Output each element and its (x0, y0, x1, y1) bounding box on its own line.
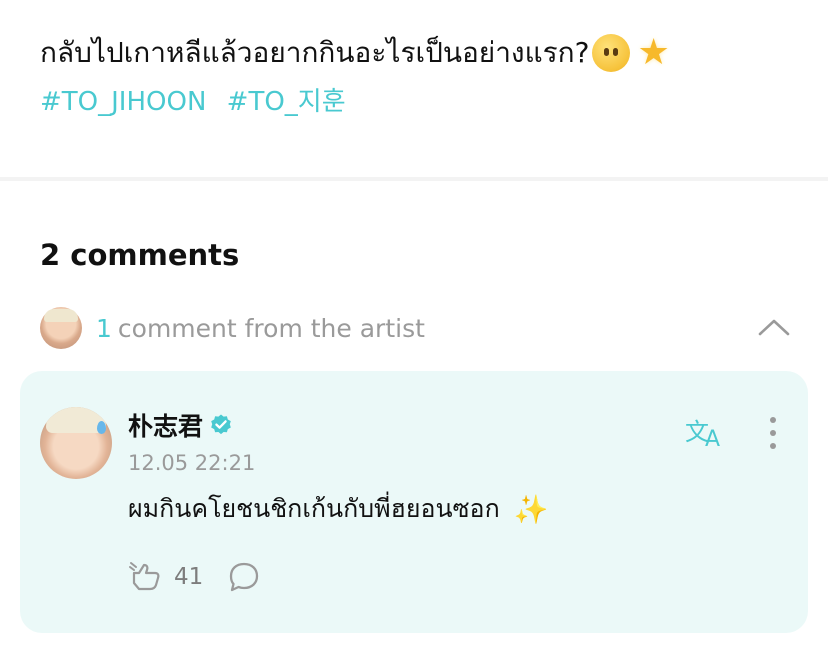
hashtag-link[interactable]: #TO_지훈 (227, 87, 346, 117)
sparkles-emoji-icon: ✨ (513, 492, 549, 526)
hashtag-link[interactable]: #TO_JIHOON (40, 87, 206, 117)
comment-text: ผมกินคโยชนชิกเก้นกับพี่ฮยอนซอก ✨ (128, 489, 549, 529)
glowing-star-emoji-icon: ★ (637, 32, 670, 73)
artist-comment-card: 朴志君 12.05 22:21 文 A ผมกินคโยชนชิกเก้นกับ… (20, 371, 808, 633)
post-text: กลับไปเกาหลีแล้วอยากกินอะไรเป็นอย่างแรก?… (40, 30, 798, 76)
comment-author-row: 朴志君 (128, 407, 233, 443)
artist-comment-summary: 1 comment from the artist (96, 314, 425, 343)
hashtags: #TO_JIHOON #TO_지훈 (40, 80, 798, 124)
like-icon (129, 562, 160, 591)
chevron-up-icon[interactable] (756, 310, 792, 346)
artist-comment-label: comment from the artist (117, 313, 425, 343)
artist-comments-toggle[interactable]: 1 comment from the artist (40, 306, 792, 350)
like-count: 41 (174, 564, 204, 590)
like-button[interactable]: 41 (128, 559, 203, 595)
artist-avatar (40, 307, 82, 349)
post: กลับไปเกาหลีแล้วอยากกินอะไรเป็นอย่างแรก?… (40, 30, 798, 124)
translate-icon[interactable]: 文 A (684, 413, 728, 451)
comment-timestamp: 12.05 22:21 (128, 451, 256, 475)
more-icon[interactable] (758, 413, 788, 453)
comment-actions: 41 (128, 559, 261, 595)
comment-author-name[interactable]: 朴志君 (128, 407, 203, 443)
comment-text-content: ผมกินคโยชนชิกเก้นกับพี่ฮยอนซอก (128, 494, 500, 523)
comments-title: 2 comments (40, 238, 240, 272)
svg-text:A: A (705, 427, 720, 451)
verified-badge-icon (211, 414, 231, 435)
face-without-mouth-emoji-icon (591, 34, 630, 72)
post-text-content: กลับไปเกาหลีแล้วอยากกินอะไรเป็นอย่างแรก? (40, 36, 590, 69)
reply-icon[interactable] (227, 560, 261, 594)
artist-comment-count: 1 (96, 313, 112, 343)
avatar[interactable] (40, 407, 112, 479)
section-divider (0, 177, 828, 181)
sweat-drop-icon (97, 421, 106, 434)
